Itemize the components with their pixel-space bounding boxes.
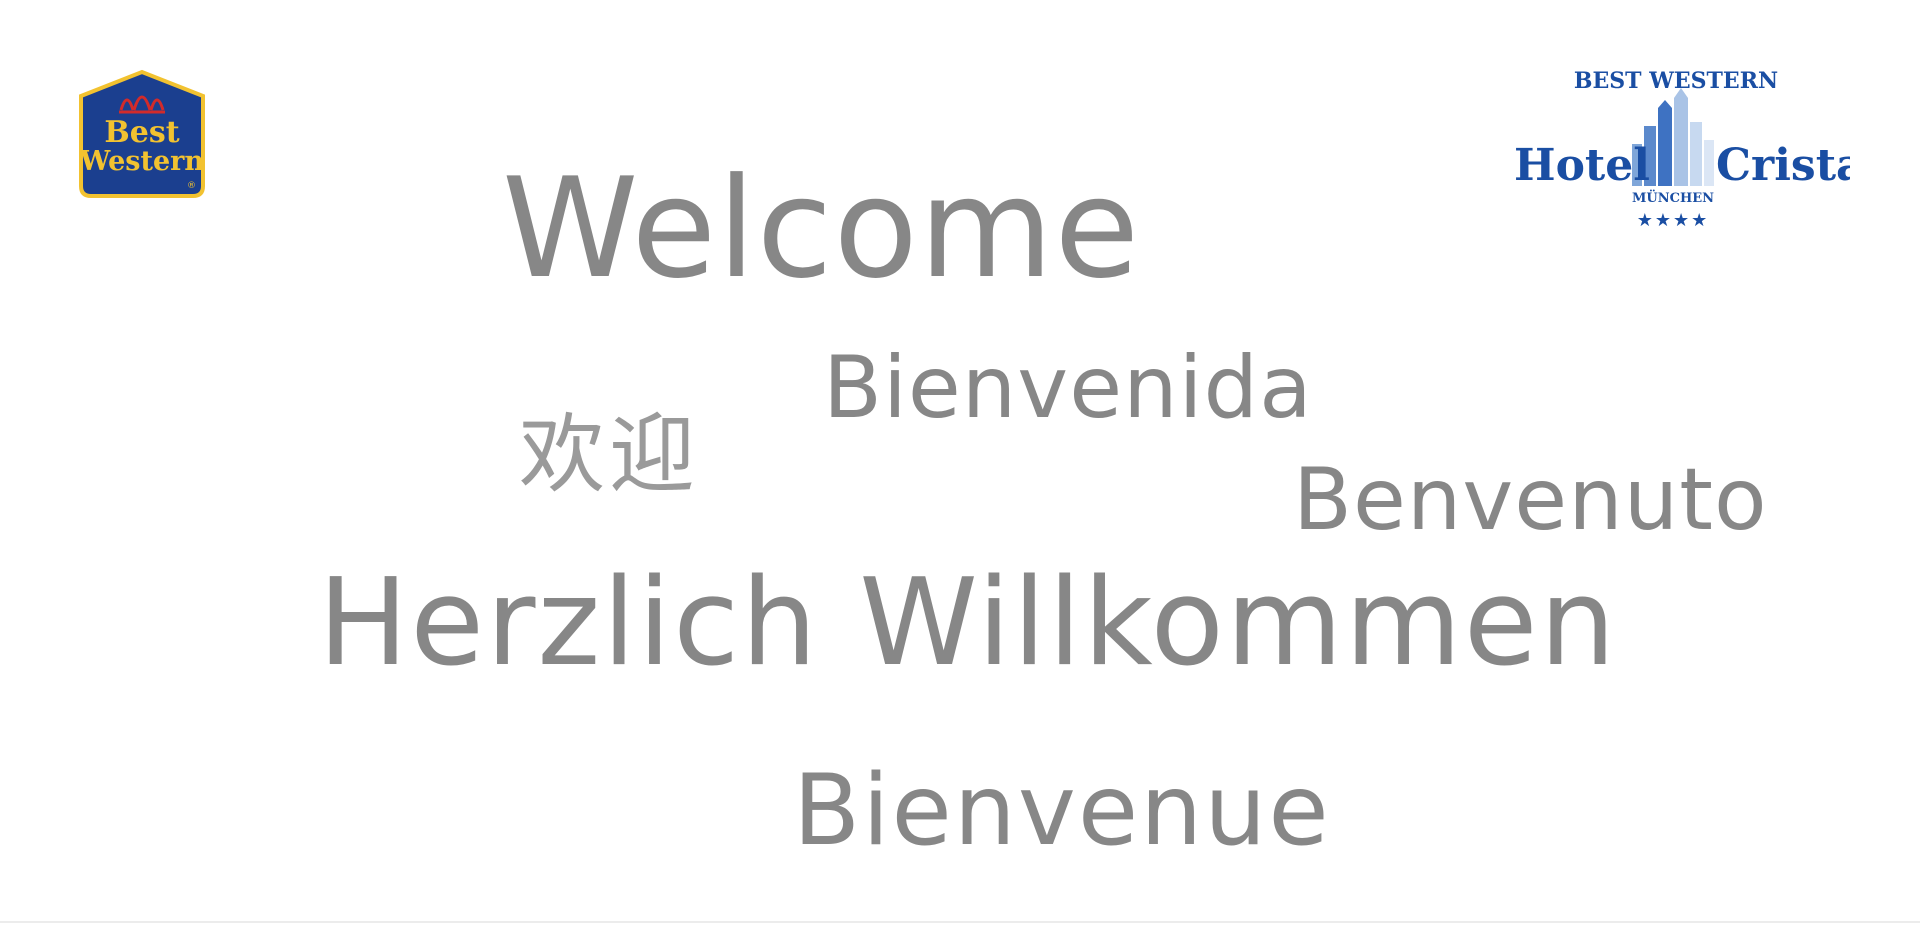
greeting-italian: Benvenuto xyxy=(1293,450,1768,550)
greeting-chinese: 欢迎 xyxy=(519,405,699,505)
best-western-line2: Western xyxy=(79,146,204,177)
greeting-spanish: Bienvenida xyxy=(823,338,1313,438)
hotel-logo-city: MÜNCHEN xyxy=(1632,189,1714,206)
bottom-divider xyxy=(0,921,1920,923)
best-western-logo: Best Western ® xyxy=(79,69,205,198)
hotel-cristal-logo: BEST WESTERN Hotel Cristal MÜNCHEN ★★★★ xyxy=(1514,68,1850,231)
registered-mark: ® xyxy=(187,181,196,191)
hotel-logo-name-right: Cristal xyxy=(1716,140,1850,191)
greeting-english: Welcome xyxy=(502,148,1141,309)
welcome-page: Best Western ® BEST WESTERN Hotel Crista… xyxy=(0,0,1920,925)
greeting-french: Bienvenue xyxy=(793,754,1331,868)
best-western-line1: Best xyxy=(104,115,179,150)
hotel-logo-name-left: Hotel xyxy=(1514,140,1650,191)
hotel-logo-stars: ★★★★ xyxy=(1637,210,1710,231)
greeting-german: Herzlich Willkommen xyxy=(318,554,1618,693)
hotel-logo-brand: BEST WESTERN xyxy=(1574,68,1778,94)
